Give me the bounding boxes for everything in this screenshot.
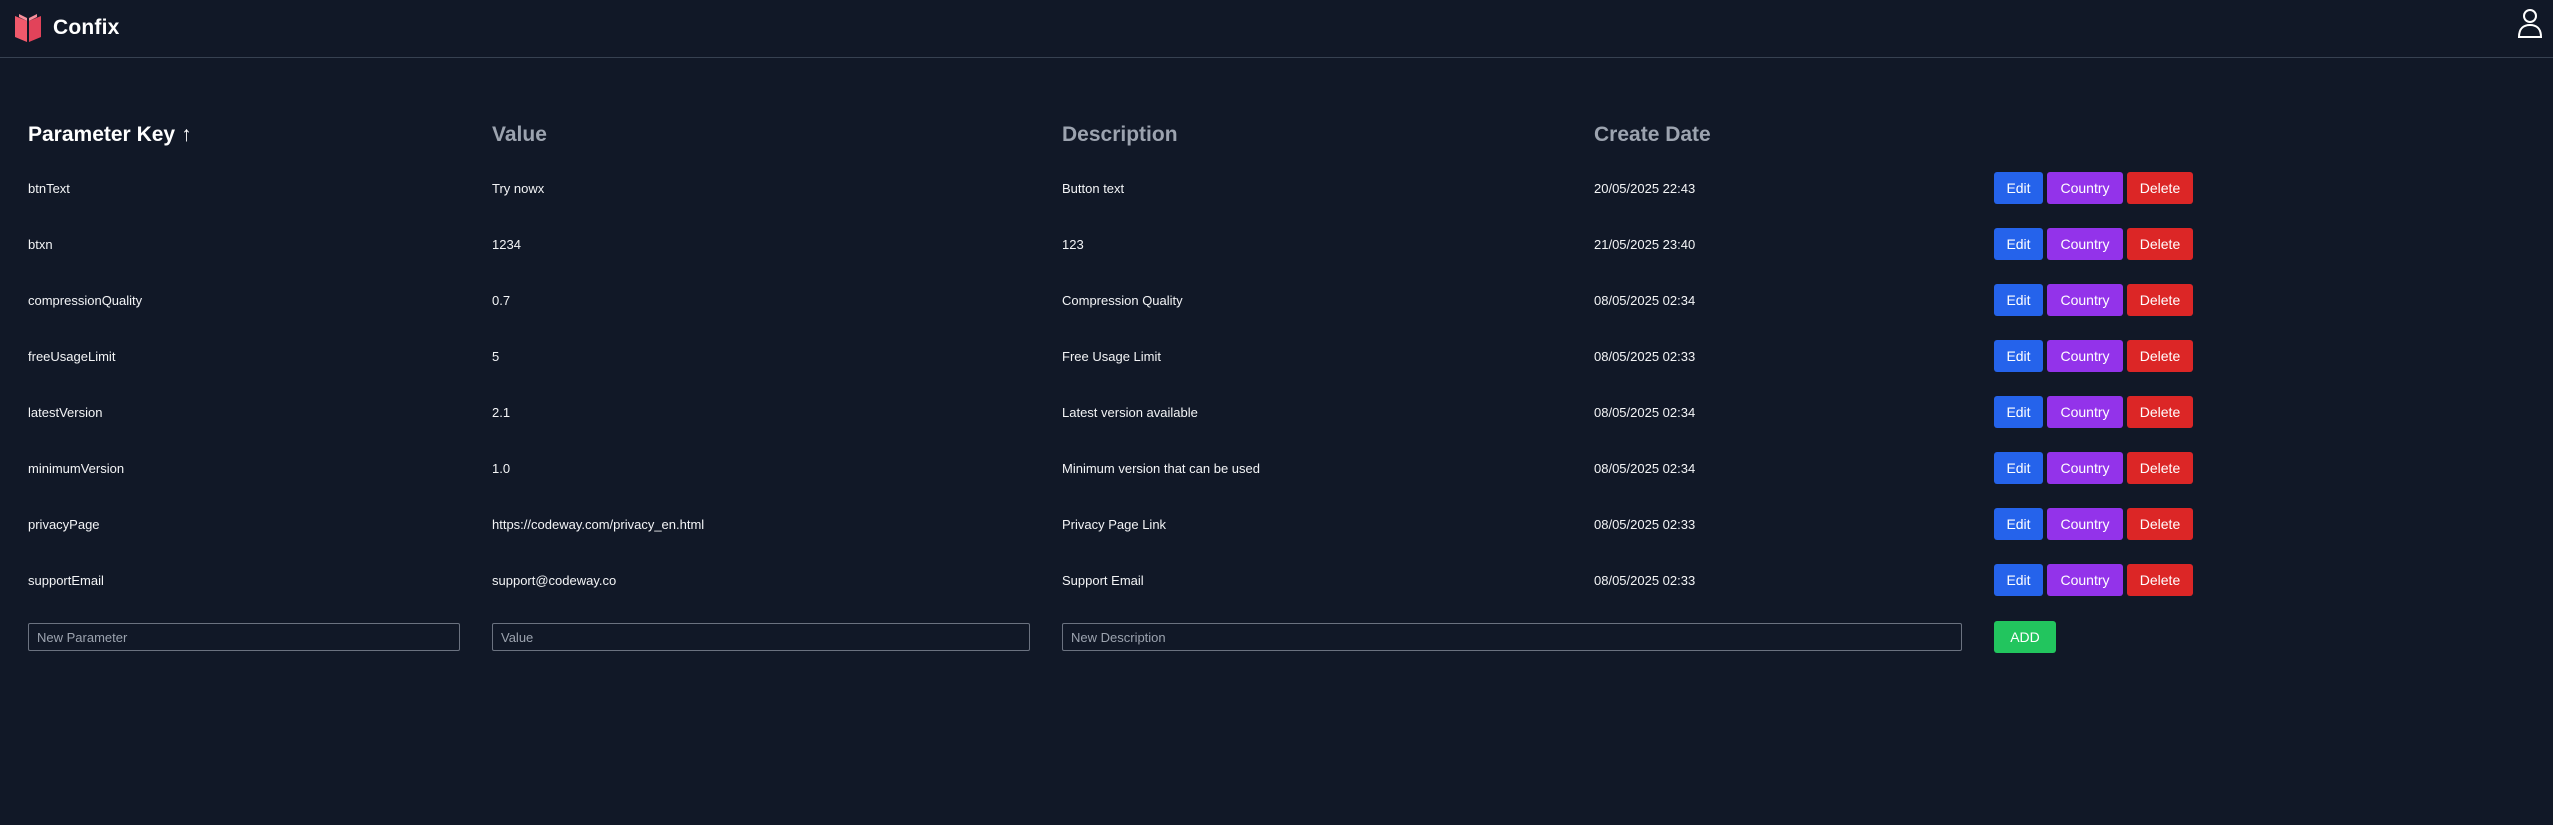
cell-key: btnText [28,180,70,196]
cell-value: 5 [492,348,500,364]
cell-value: support@codeway.co [492,572,617,588]
cell-value: 1234 [492,236,521,252]
country-button[interactable]: Country [2047,396,2123,428]
cell-key: compressionQuality [28,292,143,308]
country-button[interactable]: Country [2047,284,2123,316]
delete-button[interactable]: Delete [2127,508,2193,540]
top-navbar: Confix [0,0,2553,58]
edit-button[interactable]: Edit [1994,508,2043,540]
table-row: btnText Try nowx Button text 20/05/2025 … [28,160,2254,216]
country-button[interactable]: Country [2047,508,2123,540]
delete-button[interactable]: Delete [2127,228,2193,260]
country-button[interactable]: Country [2047,452,2123,484]
add-button[interactable]: ADD [1994,621,2056,653]
edit-button[interactable]: Edit [1994,564,2043,596]
cell-actions: Edit Country Delete [1994,552,2254,608]
cell-value: 1.0 [492,460,511,476]
cell-key: freeUsageLimit [28,348,116,364]
header-value[interactable]: Value [492,110,1062,160]
book-logo-icon [13,12,43,44]
header-parameter-key[interactable]: Parameter Key ↑ [28,110,492,160]
header-description[interactable]: Description [1062,110,1594,160]
arrow-up-icon: ↑ [181,123,192,146]
cell-key: supportEmail [28,572,104,588]
header-parameter-key-label: Parameter Key [28,123,176,146]
cell-create-date: 08/05/2025 02:33 [1594,516,1696,532]
edit-button[interactable]: Edit [1994,284,2043,316]
cell-key: latestVersion [28,404,103,420]
country-button[interactable]: Country [2047,228,2123,260]
cell-description: Minimum version that can be used [1062,460,1260,476]
table-header-row: Parameter Key ↑ Value Description Create … [28,110,2254,160]
cell-key: btxn [28,236,53,252]
cell-create-date: 08/05/2025 02:33 [1594,572,1696,588]
add-action-cell: ADD [1994,608,2254,666]
edit-button[interactable]: Edit [1994,172,2043,204]
country-button[interactable]: Country [2047,340,2123,372]
cell-actions: Edit Country Delete [1994,440,2254,496]
cell-create-date: 08/05/2025 02:33 [1594,348,1696,364]
delete-button[interactable]: Delete [2127,172,2193,204]
new-description-cell [1062,608,1994,666]
cell-create-date: 08/05/2025 02:34 [1594,404,1696,420]
header-create-date[interactable]: Create Date [1594,110,1994,160]
delete-button[interactable]: Delete [2127,284,2193,316]
table-row: minimumVersion 1.0 Minimum version that … [28,440,2254,496]
cell-description: Free Usage Limit [1062,348,1161,364]
app-name: Confix [53,16,120,39]
delete-button[interactable]: Delete [2127,452,2193,484]
new-value-cell [492,608,1062,666]
cell-actions: Edit Country Delete [1994,496,2254,552]
table-row: freeUsageLimit 5 Free Usage Limit 08/05/… [28,328,2254,384]
table-row: latestVersion 2.1 Latest version availab… [28,384,2254,440]
cell-value: https://codeway.com/privacy_en.html [492,516,705,532]
delete-button[interactable]: Delete [2127,340,2193,372]
delete-button[interactable]: Delete [2127,396,2193,428]
cell-description: 123 [1062,236,1084,252]
cell-actions: Edit Country Delete [1994,216,2254,272]
parameters-table: Parameter Key ↑ Value Description Create … [28,110,2254,666]
table-row: privacyPage https://codeway.com/privacy_… [28,496,2254,552]
new-value-input[interactable] [492,623,1030,651]
edit-button[interactable]: Edit [1994,452,2043,484]
new-parameter-input[interactable] [28,623,460,651]
brand[interactable]: Confix [13,12,120,44]
table-row: supportEmail support@codeway.co Support … [28,552,2254,608]
add-parameter-row: ADD [28,608,2254,666]
cell-create-date: 21/05/2025 23:40 [1594,236,1696,252]
cell-description: Latest version available [1062,404,1198,420]
cell-description: Support Email [1062,572,1144,588]
delete-button[interactable]: Delete [2127,564,2193,596]
country-button[interactable]: Country [2047,172,2123,204]
cell-actions: Edit Country Delete [1994,384,2254,440]
new-key-cell [28,608,492,666]
table-row: compressionQuality 0.7 Compression Quali… [28,272,2254,328]
table-row: btxn 1234 123 21/05/2025 23:40 Edit Count… [28,216,2254,272]
edit-button[interactable]: Edit [1994,340,2043,372]
user-icon[interactable] [2517,8,2543,38]
cell-description: Button text [1062,180,1125,196]
cell-actions: Edit Country Delete [1994,272,2254,328]
parameters-table-container: Parameter Key ↑ Value Description Create … [28,110,2508,666]
cell-description: Privacy Page Link [1062,516,1167,532]
cell-description: Compression Quality [1062,292,1183,308]
header-actions [1994,110,2254,160]
cell-create-date: 08/05/2025 02:34 [1594,292,1696,308]
cell-value: 2.1 [492,404,511,420]
edit-button[interactable]: Edit [1994,228,2043,260]
cell-key: privacyPage [28,516,100,532]
cell-actions: Edit Country Delete [1994,328,2254,384]
cell-create-date: 20/05/2025 22:43 [1594,180,1696,196]
cell-value: 0.7 [492,292,511,308]
cell-create-date: 08/05/2025 02:34 [1594,460,1696,476]
cell-actions: Edit Country Delete [1994,160,2254,216]
cell-key: minimumVersion [28,460,125,476]
country-button[interactable]: Country [2047,564,2123,596]
cell-value: Try nowx [492,180,545,196]
edit-button[interactable]: Edit [1994,396,2043,428]
new-description-input[interactable] [1062,623,1962,651]
